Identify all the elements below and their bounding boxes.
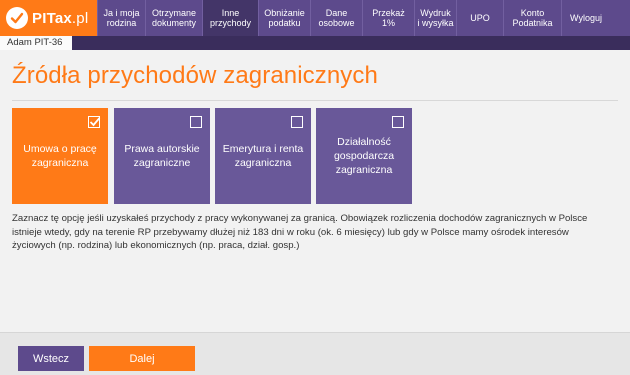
pitax-logo[interactable]: PITax.pl <box>0 0 97 36</box>
nav-item-label: Obniżanie podatku <box>264 8 305 28</box>
income-source-tile[interactable]: Prawa autorskie zagraniczne <box>114 108 210 204</box>
nav-item-label: Otrzymane dokumenty <box>151 8 197 28</box>
main-menu: Ja i moja rodzina Otrzymane dokumenty Inne… <box>97 0 630 36</box>
nav-item-label: Przekaż 1% <box>372 8 405 28</box>
page-title: Źródła przychodów zagranicznych <box>12 62 378 89</box>
nav-item[interactable]: Konto Podatnika <box>503 0 561 36</box>
checkmark-logo-icon <box>6 7 28 29</box>
nav-item[interactable]: Inne przychody <box>202 0 258 36</box>
divider <box>12 100 618 101</box>
checked-checkbox-icon[interactable] <box>88 116 101 128</box>
nav-item[interactable]: Wyloguj <box>561 0 610 36</box>
nav-item[interactable]: Ja i moja rodzina <box>97 0 145 36</box>
income-source-tile[interactable]: Działalność gospodarcza zagraniczna <box>316 108 412 204</box>
tile-label: Prawa autorskie zagraniczne <box>124 143 200 169</box>
nav-item-label: Wydruk i wysyłka <box>417 8 454 28</box>
income-source-tile[interactable]: Umowa o pracę zagraniczna <box>12 108 108 204</box>
checkbox-icon[interactable] <box>291 116 303 128</box>
nav-item[interactable]: UPO <box>456 0 503 36</box>
nav-item-label: Konto Podatnika <box>512 8 553 28</box>
nav-item[interactable]: Obniżanie podatku <box>258 0 310 36</box>
nav-item[interactable]: Otrzymane dokumenty <box>145 0 202 36</box>
income-source-tile[interactable]: Emerytura i renta zagraniczna <box>215 108 311 204</box>
tile-label: Działalność gospodarcza zagraniczna <box>333 136 395 176</box>
tile-label: Emerytura i renta zagraniczna <box>222 143 304 169</box>
top-navigation: PITax.pl Ja i moja rodzina Otrzymane doku… <box>0 0 630 36</box>
tile-label: Umowa o pracę zagraniczna <box>23 143 97 169</box>
nav-item-label: Ja i moja rodzina <box>103 8 140 28</box>
nav-item[interactable]: Wydruk i wysyłka <box>414 0 456 36</box>
checkbox-icon[interactable] <box>392 116 404 128</box>
nav-item[interactable]: Dane osobowe <box>310 0 362 36</box>
back-button[interactable]: Wstecz <box>18 346 84 371</box>
logo-text: PITax.pl <box>32 9 89 27</box>
checkbox-icon[interactable] <box>190 116 202 128</box>
option-description: Zaznacz tę opcję jeśli uzyskałeś przycho… <box>12 213 588 251</box>
nav-item-label: UPO <box>470 13 490 23</box>
nav-item[interactable]: Przekaż 1% <box>362 0 414 36</box>
nav-item-label: Inne przychody <box>209 8 252 28</box>
user-bar: Adam PIT-36 <box>0 36 630 50</box>
nav-item-label: Dane osobowe <box>318 8 355 28</box>
nav-item-label: Wyloguj <box>570 13 602 23</box>
user-tab[interactable]: Adam PIT-36 <box>0 36 72 50</box>
next-button[interactable]: Dalej <box>89 346 195 371</box>
